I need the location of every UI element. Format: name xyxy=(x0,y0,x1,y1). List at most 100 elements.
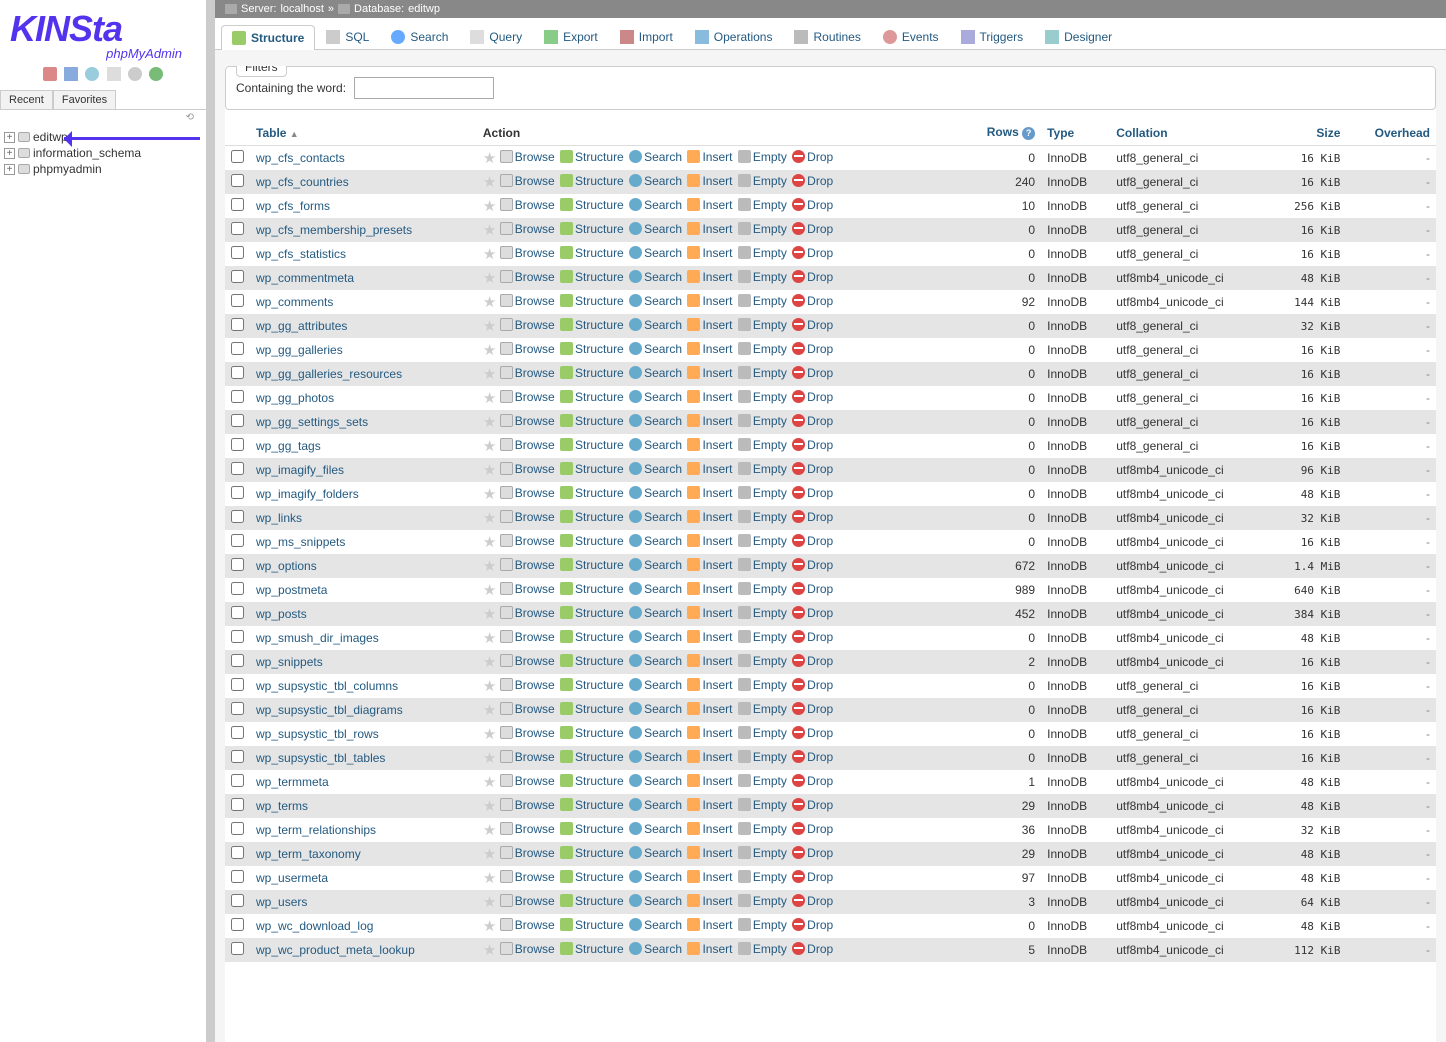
action-drop[interactable]: Drop xyxy=(792,414,833,428)
favorite-star-icon[interactable]: ★ xyxy=(483,942,496,959)
action-empty[interactable]: Empty xyxy=(738,630,787,644)
row-checkbox[interactable] xyxy=(231,510,244,523)
table-name-link[interactable]: wp_wc_product_meta_lookup xyxy=(256,943,415,957)
action-search[interactable]: Search xyxy=(629,582,682,596)
row-checkbox[interactable] xyxy=(231,918,244,931)
action-insert[interactable]: Insert xyxy=(687,270,732,284)
action-browse[interactable]: Browse xyxy=(500,414,555,428)
tab-recent[interactable]: Recent xyxy=(0,90,53,109)
action-structure[interactable]: Structure xyxy=(560,774,624,788)
action-drop[interactable]: Drop xyxy=(792,150,833,164)
action-empty[interactable]: Empty xyxy=(738,366,787,380)
favorite-star-icon[interactable]: ★ xyxy=(483,462,496,479)
action-structure[interactable]: Structure xyxy=(560,222,624,236)
action-browse[interactable]: Browse xyxy=(500,318,555,332)
action-search[interactable]: Search xyxy=(629,750,682,764)
action-structure[interactable]: Structure xyxy=(560,246,624,260)
action-structure[interactable]: Structure xyxy=(560,558,624,572)
action-drop[interactable]: Drop xyxy=(792,822,833,836)
row-checkbox[interactable] xyxy=(231,438,244,451)
row-checkbox[interactable] xyxy=(231,654,244,667)
favorite-star-icon[interactable]: ★ xyxy=(483,246,496,263)
action-browse[interactable]: Browse xyxy=(500,270,555,284)
table-name-link[interactable]: wp_gg_attributes xyxy=(256,319,347,333)
action-empty[interactable]: Empty xyxy=(738,894,787,908)
action-drop[interactable]: Drop xyxy=(792,702,833,716)
col-overhead[interactable]: Overhead xyxy=(1346,120,1436,146)
action-empty[interactable]: Empty xyxy=(738,870,787,884)
action-insert[interactable]: Insert xyxy=(687,462,732,476)
action-structure[interactable]: Structure xyxy=(560,822,624,836)
action-structure[interactable]: Structure xyxy=(560,678,624,692)
table-name-link[interactable]: wp_terms xyxy=(256,799,308,813)
action-structure[interactable]: Structure xyxy=(560,870,624,884)
action-insert[interactable]: Insert xyxy=(687,558,732,572)
action-insert[interactable]: Insert xyxy=(687,294,732,308)
action-structure[interactable]: Structure xyxy=(560,606,624,620)
tree-item-editwp[interactable]: +editwp xyxy=(0,129,206,145)
action-insert[interactable]: Insert xyxy=(687,534,732,548)
tab-export[interactable]: Export xyxy=(533,24,609,49)
link-icon[interactable]: ⟲ xyxy=(0,110,206,125)
table-name-link[interactable]: wp_termmeta xyxy=(256,775,329,789)
favorite-star-icon[interactable]: ★ xyxy=(483,726,496,743)
action-structure[interactable]: Structure xyxy=(560,174,624,188)
action-browse[interactable]: Browse xyxy=(500,174,555,188)
action-structure[interactable]: Structure xyxy=(560,318,624,332)
action-structure[interactable]: Structure xyxy=(560,150,624,164)
action-empty[interactable]: Empty xyxy=(738,846,787,860)
action-structure[interactable]: Structure xyxy=(560,630,624,644)
action-structure[interactable]: Structure xyxy=(560,390,624,404)
action-empty[interactable]: Empty xyxy=(738,246,787,260)
action-insert[interactable]: Insert xyxy=(687,870,732,884)
favorite-star-icon[interactable]: ★ xyxy=(483,774,496,791)
action-drop[interactable]: Drop xyxy=(792,198,833,212)
action-structure[interactable]: Structure xyxy=(560,918,624,932)
action-browse[interactable]: Browse xyxy=(500,534,555,548)
action-empty[interactable]: Empty xyxy=(738,606,787,620)
action-structure[interactable]: Structure xyxy=(560,654,624,668)
favorite-star-icon[interactable]: ★ xyxy=(483,606,496,623)
action-insert[interactable]: Insert xyxy=(687,510,732,524)
action-drop[interactable]: Drop xyxy=(792,582,833,596)
action-browse[interactable]: Browse xyxy=(500,702,555,716)
action-structure[interactable]: Structure xyxy=(560,534,624,548)
action-insert[interactable]: Insert xyxy=(687,486,732,500)
row-checkbox[interactable] xyxy=(231,678,244,691)
action-structure[interactable]: Structure xyxy=(560,486,624,500)
action-insert[interactable]: Insert xyxy=(687,726,732,740)
action-search[interactable]: Search xyxy=(629,222,682,236)
docs-icon[interactable] xyxy=(85,67,99,81)
table-name-link[interactable]: wp_postmeta xyxy=(256,583,327,597)
table-name-link[interactable]: wp_supsystic_tbl_tables xyxy=(256,751,385,765)
action-search[interactable]: Search xyxy=(629,894,682,908)
logout-icon[interactable] xyxy=(64,67,78,81)
favorite-star-icon[interactable]: ★ xyxy=(483,318,496,335)
row-checkbox[interactable] xyxy=(231,726,244,739)
action-structure[interactable]: Structure xyxy=(560,846,624,860)
expand-icon[interactable]: + xyxy=(4,164,15,175)
favorite-star-icon[interactable]: ★ xyxy=(483,702,496,719)
action-browse[interactable]: Browse xyxy=(500,294,555,308)
action-empty[interactable]: Empty xyxy=(738,414,787,428)
row-checkbox[interactable] xyxy=(231,846,244,859)
action-insert[interactable]: Insert xyxy=(687,318,732,332)
action-structure[interactable]: Structure xyxy=(560,894,624,908)
action-search[interactable]: Search xyxy=(629,918,682,932)
action-browse[interactable]: Browse xyxy=(500,798,555,812)
action-drop[interactable]: Drop xyxy=(792,270,833,284)
row-checkbox[interactable] xyxy=(231,246,244,259)
favorite-star-icon[interactable]: ★ xyxy=(483,294,496,311)
table-name-link[interactable]: wp_cfs_statistics xyxy=(256,247,346,261)
favorite-star-icon[interactable]: ★ xyxy=(483,414,496,431)
action-drop[interactable]: Drop xyxy=(792,630,833,644)
action-empty[interactable]: Empty xyxy=(738,822,787,836)
tab-structure[interactable]: Structure xyxy=(221,25,315,50)
action-search[interactable]: Search xyxy=(629,342,682,356)
action-browse[interactable]: Browse xyxy=(500,654,555,668)
table-name-link[interactable]: wp_options xyxy=(256,559,317,573)
action-browse[interactable]: Browse xyxy=(500,510,555,524)
action-insert[interactable]: Insert xyxy=(687,582,732,596)
table-name-link[interactable]: wp_gg_galleries_resources xyxy=(256,367,402,381)
favorite-star-icon[interactable]: ★ xyxy=(483,486,496,503)
